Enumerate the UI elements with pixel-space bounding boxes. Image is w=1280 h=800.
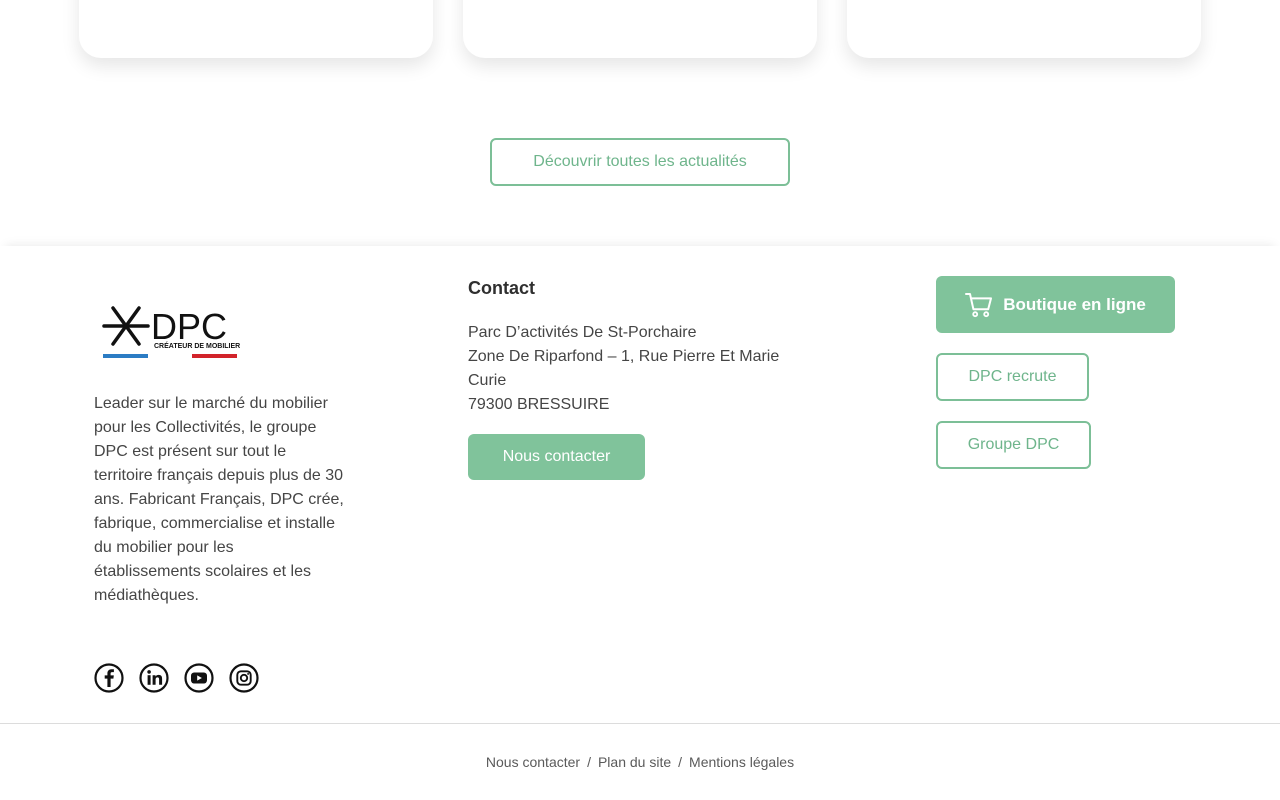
logo-text: DPC [151, 306, 227, 347]
company-description: Leader sur le marché du mobilier pour le… [94, 395, 344, 604]
contact-address: Parc D’activités De St-Porchaire Zone De… [468, 321, 818, 417]
bottom-link-sitemap[interactable]: Plan du site [598, 754, 671, 770]
online-shop-label: Boutique en ligne [1003, 294, 1146, 314]
address-line: 79300 BRESSUIRE [468, 396, 610, 413]
link-separator: / [678, 754, 683, 770]
youtube-icon[interactable] [184, 663, 214, 693]
shopping-cart-icon [965, 292, 993, 317]
group-dpc-button[interactable]: Groupe DPC [936, 421, 1091, 469]
news-card[interactable] [463, 0, 817, 58]
site-footer: DPC CRÉATEUR DE MOBILIER Leader sur le m… [0, 246, 1280, 723]
news-card[interactable] [79, 0, 433, 58]
address-line: Parc D’activités De St-Porchaire [468, 324, 697, 341]
news-cards-row [0, 0, 1280, 60]
online-shop-button[interactable]: Boutique en ligne [936, 276, 1175, 333]
contact-heading: Contact [468, 278, 535, 298]
all-news-button[interactable]: Découvrir toutes les actualités [490, 138, 790, 186]
facebook-icon[interactable] [94, 663, 124, 693]
contact-us-button[interactable]: Nous contacter [468, 434, 645, 480]
bottom-link-contact[interactable]: Nous contacter [486, 754, 580, 770]
recruitment-button[interactable]: DPC recrute [936, 353, 1089, 401]
instagram-icon[interactable] [229, 663, 259, 693]
social-links [94, 663, 259, 693]
legal-links-bar: Nous contacter / Plan du site / Mentions… [0, 723, 1280, 800]
logo-tagline: CRÉATEUR DE MOBILIER [154, 341, 240, 350]
bottom-link-legal[interactable]: Mentions légales [689, 754, 794, 770]
link-separator: / [587, 754, 591, 770]
linkedin-icon[interactable] [139, 663, 169, 693]
news-card[interactable] [847, 0, 1201, 58]
dpc-logo[interactable]: DPC CRÉATEUR DE MOBILIER [100, 298, 240, 364]
address-line: Zone De Riparfond – 1, Rue Pierre Et Mar… [468, 348, 780, 389]
